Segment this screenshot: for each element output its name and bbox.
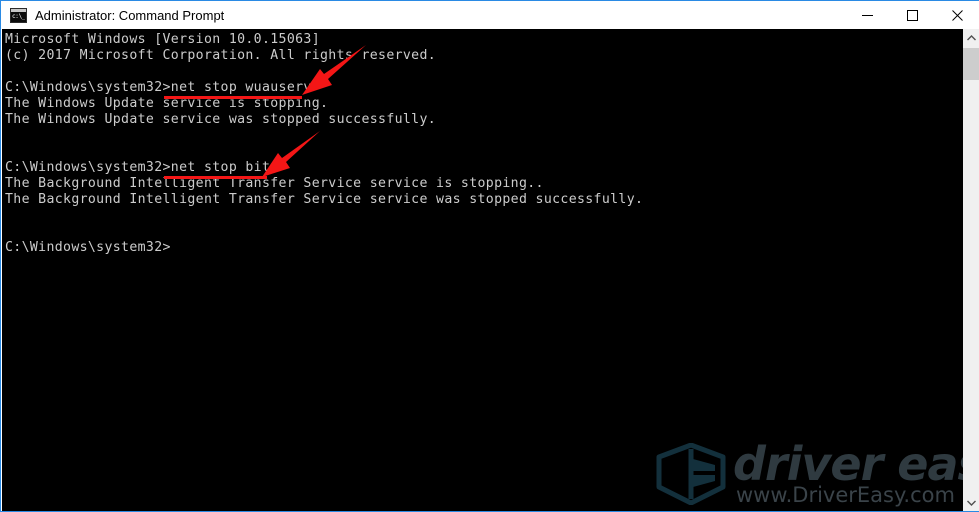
driver-easy-watermark: driver easy www.DriverEasy.com <box>643 437 963 509</box>
cmd-prompt-icon: c:\_ <box>10 7 27 23</box>
underline-net-stop-bits <box>164 176 267 179</box>
chevron-up-icon <box>966 34 976 40</box>
title-bar[interactable]: c:\_ Administrator: Command Prompt <box>1 0 979 29</box>
cmd-prompt-icon-glyph: c:\_ <box>12 12 25 20</box>
arrow-to-wuauserv-command <box>302 45 366 95</box>
watermark-url: www.DriverEasy.com <box>736 483 955 507</box>
console-output-area[interactable]: Microsoft Windows [Version 10.0.15063] (… <box>2 29 963 511</box>
command-prompt-window: c:\_ Administrator: Command Prompt Micro… <box>0 0 979 512</box>
title-bar-left: c:\_ Administrator: Command Prompt <box>1 7 845 23</box>
maximize-button[interactable] <box>890 1 935 29</box>
chevron-down-icon <box>966 500 976 506</box>
close-button[interactable] <box>935 1 979 29</box>
maximize-icon <box>907 9 918 21</box>
scroll-up-arrow[interactable] <box>963 29 979 46</box>
driver-easy-logo-icon <box>656 443 726 505</box>
watermark-brand: driver easy <box>733 437 963 491</box>
console-scrollbar[interactable] <box>963 29 979 511</box>
underline-net-stop-wuauserv <box>164 96 302 99</box>
arrow-to-bits-command <box>262 131 320 177</box>
window-title: Administrator: Command Prompt <box>35 7 225 23</box>
close-icon <box>952 9 963 21</box>
scroll-thumb[interactable] <box>963 48 979 80</box>
window-controls <box>845 1 979 29</box>
minimize-icon <box>862 14 873 16</box>
minimize-button[interactable] <box>845 1 890 29</box>
scroll-down-arrow[interactable] <box>963 494 979 511</box>
